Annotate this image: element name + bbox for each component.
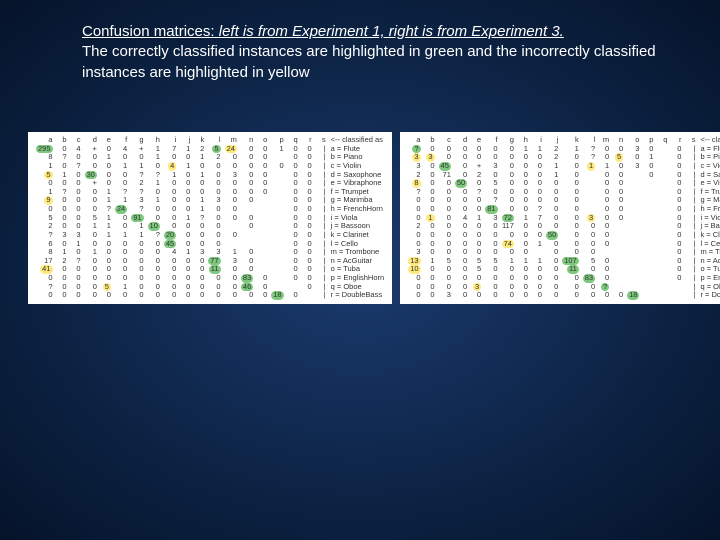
caption-line2: The correctly classified instances are h… — [82, 43, 656, 80]
matrix-experiment-3: abcdefghijklmnopqrs<-- classified as?000… — [400, 132, 720, 304]
caption-rest: left is from Experiment 1, right is from… — [215, 23, 564, 40]
slide-caption: Confusion matrices: left is from Experim… — [82, 22, 660, 83]
matrix-experiment-1: abcdefghijklmnopqrs<-- classified as2950… — [28, 132, 392, 304]
confusion-matrices: abcdefghijklmnopqrs<-- classified as2950… — [28, 132, 720, 304]
caption-bold: Confusion matrices: — [82, 23, 215, 40]
